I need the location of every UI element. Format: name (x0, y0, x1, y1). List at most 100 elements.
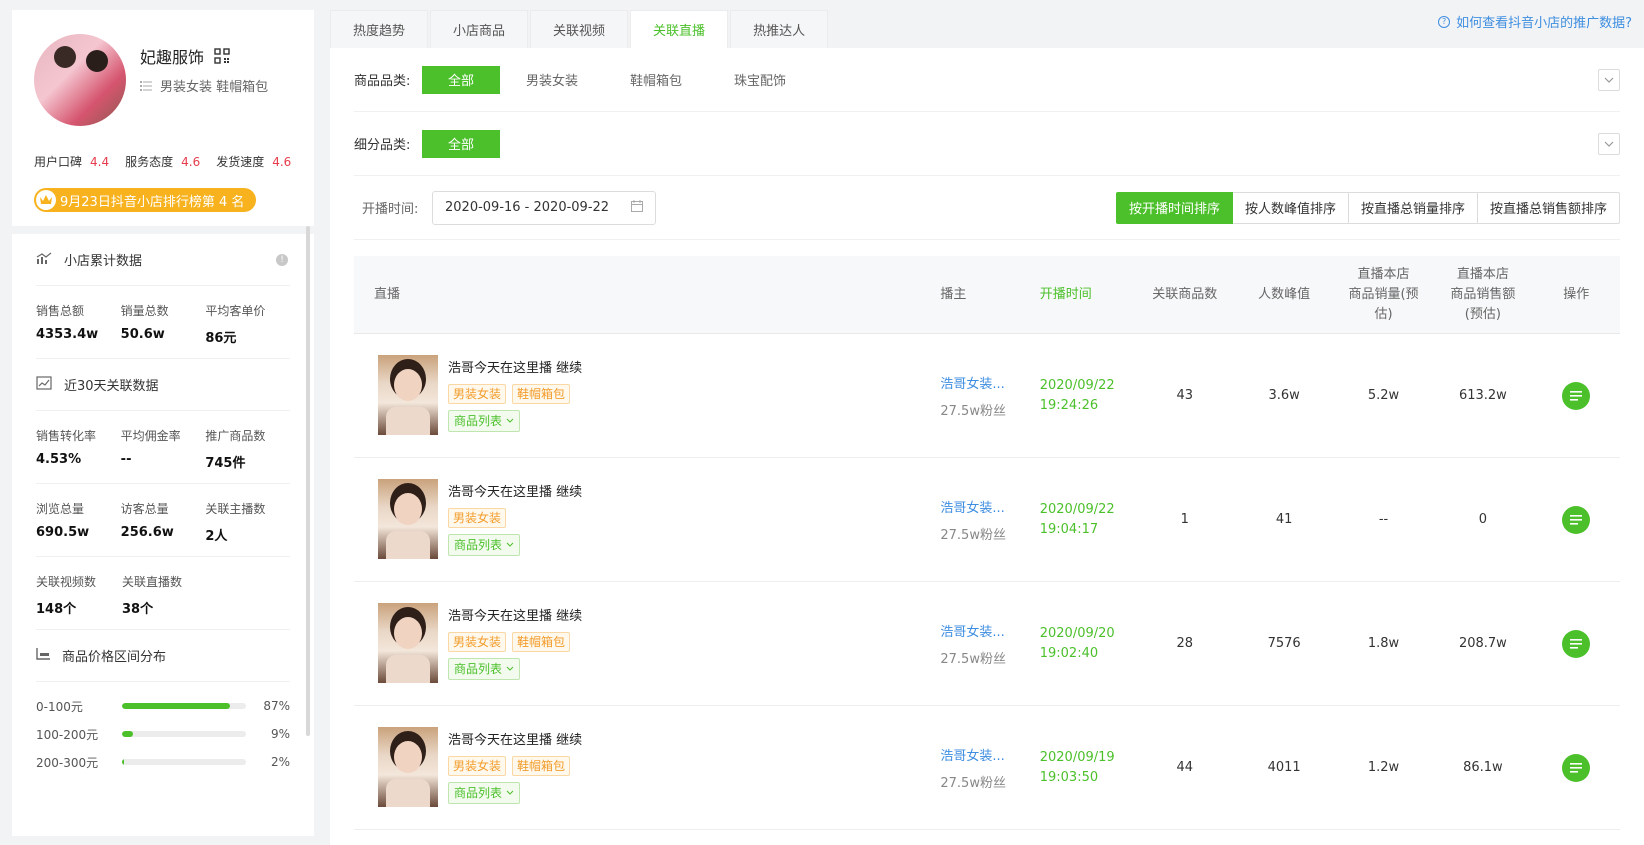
live-title[interactable]: 浩哥今天在这里播 继续 (448, 729, 582, 748)
stat-avg-commission: 平均佣金率 -- (120, 429, 181, 467)
date-range-value: 2020-09-16 - 2020-09-22 (445, 200, 610, 215)
goods-list-toggle[interactable]: 商品列表 (448, 657, 521, 680)
live-thumbnail[interactable] (378, 354, 438, 435)
table-header: 直播 播主 开播时间 关联商品数 人数峰值 直播本店 商品销量(预 估) 直播本店商… (354, 256, 1620, 334)
sort-group: 按开播时间排序 按人数峰值排序 按直播总销量排序 按直播总销售额排序 (1115, 191, 1620, 224)
live-thumbnail[interactable] (378, 478, 438, 559)
detail-menu-icon[interactable] (1562, 629, 1591, 658)
stat-promoted-goods: 推广商品数 745件 (205, 429, 266, 471)
sort-bar: 开播时间: 2020-09-16 - 2020-09-22 按开播时间排序 按人… (354, 176, 1620, 240)
th-operation: 操作 (1563, 286, 1590, 302)
host-fans: 27.5w粉丝 (940, 775, 1006, 791)
stat-conversion-rate: 销售转化率 4.53% (36, 429, 97, 467)
live-thumbnail[interactable] (378, 726, 438, 807)
sort-by-total-amount[interactable]: 按直播总销售额排序 (1477, 191, 1620, 224)
recent30-title: 近30天关联数据 (36, 359, 290, 411)
category-chip-all[interactable]: 全部 (422, 65, 501, 94)
tab-heat-trend[interactable]: 热度趋势 (330, 10, 429, 48)
price-bar (121, 731, 247, 737)
help-link[interactable]: ? 如何查看抖音小店的推广数据? (1438, 12, 1632, 31)
category-chip-apparel[interactable]: 男装女装 (500, 66, 604, 94)
price-row: 0-100元 87% (36, 699, 290, 714)
live-title[interactable]: 浩哥今天在这里播 继续 (448, 605, 582, 624)
subcategory-chip-all[interactable]: 全部 (422, 129, 501, 158)
peak-viewers: 7576 (1267, 636, 1301, 651)
table-row: 浩哥今天在这里播 继续 男装女装 商品列表 浩哥女装... 27.5w粉丝 20… (354, 458, 1620, 582)
category-filter: 商品品类: 全部 男装女装 鞋帽箱包 珠宝配饰 (354, 48, 1620, 112)
rank-badge[interactable]: 9月23日抖音小店排行榜第 4 名 (34, 188, 257, 212)
th-goods-count: 关联商品数 (1152, 286, 1218, 302)
live-title[interactable]: 浩哥今天在这里播 继续 (448, 357, 582, 376)
chart-line-icon (36, 375, 52, 394)
price-bar-fill (121, 731, 133, 737)
th-live: 直播 (374, 286, 401, 302)
goods-list-toggle[interactable]: 商品列表 (448, 409, 521, 432)
cumulative-title: 小店累计数据 ! (36, 234, 290, 286)
chevron-down-icon[interactable] (1598, 68, 1620, 91)
peak-viewers: 4011 (1267, 760, 1301, 775)
main-panel: 热度趋势 小店商品 关联视频 关联直播 热推达人 ? 如何查看抖音小店的推广数据… (330, 10, 1644, 845)
goods-list-toggle[interactable]: 商品列表 (448, 781, 521, 804)
detail-menu-icon[interactable] (1562, 753, 1591, 782)
rank-badge-text: 9月23日抖音小店排行榜第 4 名 (60, 194, 245, 210)
host-fans: 27.5w粉丝 (940, 403, 1006, 419)
shop-categories: 男装女装 鞋帽箱包 (140, 76, 268, 95)
category-tag: 男装女装 (448, 755, 507, 776)
start-time: 2020/09/22 19:04:17 (1039, 501, 1115, 537)
detail-menu-icon[interactable] (1562, 505, 1591, 534)
qr-code-icon[interactable] (214, 48, 230, 64)
peak-viewers: 3.6w (1268, 388, 1300, 403)
price-dist-list: 0-100元 87% 100-200元 9% 200-300元 2% (36, 682, 290, 776)
table-row: 浩哥今天在这里播 继续 男装女装 鞋帽箱包 商品列表 浩哥女装... 27.5w… (354, 334, 1620, 458)
live-cell: 浩哥今天在这里播 继续 男装女装 鞋帽箱包 商品列表 (354, 602, 940, 683)
shop-avatar (34, 34, 126, 126)
date-range-picker[interactable]: 2020-09-16 - 2020-09-22 (432, 190, 656, 225)
subcategory-filter-label: 细分品类: (354, 138, 411, 153)
sales-amount: 86.1w (1463, 760, 1503, 775)
calendar-icon (631, 199, 643, 216)
tab-linked-lives[interactable]: 关联直播 (630, 10, 729, 48)
chevron-down-icon (506, 790, 514, 795)
rating-reputation: 用户口碑 4.4 (34, 155, 110, 169)
tab-shop-goods[interactable]: 小店商品 (430, 10, 529, 48)
goods-list-toggle[interactable]: 商品列表 (448, 533, 521, 556)
category-chip-jewelry[interactable]: 珠宝配饰 (708, 66, 812, 94)
recent30-stats-row-1: 销售转化率 4.53% 平均佣金率 -- 推广商品数 745件 (36, 411, 290, 484)
host-name-link[interactable]: 浩哥女装... (940, 373, 1039, 392)
sort-by-peak-viewers[interactable]: 按人数峰值排序 (1232, 191, 1349, 224)
host-name-link[interactable]: 浩哥女装... (940, 497, 1039, 516)
start-time: 2020/09/22 19:24:26 (1039, 377, 1115, 413)
section-divider (12, 226, 314, 234)
host-name-link[interactable]: 浩哥女装... (940, 621, 1039, 640)
shop-name-line: 妃趣服饰 (140, 44, 230, 68)
live-cell: 浩哥今天在这里播 继续 男装女装 商品列表 (354, 478, 940, 559)
rating-service: 服务态度 4.6 (125, 155, 201, 169)
stat-total-visitors: 访客总量 256.6w (120, 502, 174, 540)
category-chip-shoes-bags[interactable]: 鞋帽箱包 (604, 66, 708, 94)
th-peak-viewers: 人数峰值 (1258, 286, 1311, 302)
sales-volume: 1.8w (1367, 636, 1400, 651)
chevron-down-icon (506, 666, 514, 671)
chevron-down-icon[interactable] (1598, 132, 1620, 155)
price-row: 100-200元 9% (36, 727, 290, 742)
shop-name: 妃趣服饰 (140, 48, 205, 67)
host-cell: 浩哥女装... 27.5w粉丝 (940, 497, 1039, 543)
host-name-link[interactable]: 浩哥女装... (940, 745, 1039, 764)
shop-ratings: 用户口碑 4.4 服务态度 4.6 发货速度 4.6 (34, 153, 291, 170)
live-cell: 浩哥今天在这里播 继续 男装女装 鞋帽箱包 商品列表 (354, 354, 940, 435)
th-sales-amount: 直播本店 商品销售额 (预估) (1450, 266, 1516, 322)
info-icon[interactable]: ! (276, 253, 288, 266)
rating-shipping: 发货速度 4.6 (216, 155, 292, 169)
tab-hot-influencers[interactable]: 热推达人 (730, 10, 829, 48)
sidebar-scrollbar[interactable] (306, 226, 310, 736)
sales-volume: -- (1378, 512, 1389, 527)
price-dist-title: 商品价格区间分布 (36, 630, 290, 682)
sort-by-total-volume[interactable]: 按直播总销量排序 (1348, 191, 1478, 224)
live-title[interactable]: 浩哥今天在这里播 继续 (448, 481, 582, 500)
sales-volume: 1.2w (1367, 760, 1400, 775)
th-start-time[interactable]: 开播时间 (1040, 285, 1135, 305)
sort-by-start-time[interactable]: 按开播时间排序 (1115, 191, 1233, 224)
tab-linked-videos[interactable]: 关联视频 (530, 10, 629, 48)
detail-menu-icon[interactable] (1562, 381, 1591, 410)
live-thumbnail[interactable] (378, 602, 438, 683)
